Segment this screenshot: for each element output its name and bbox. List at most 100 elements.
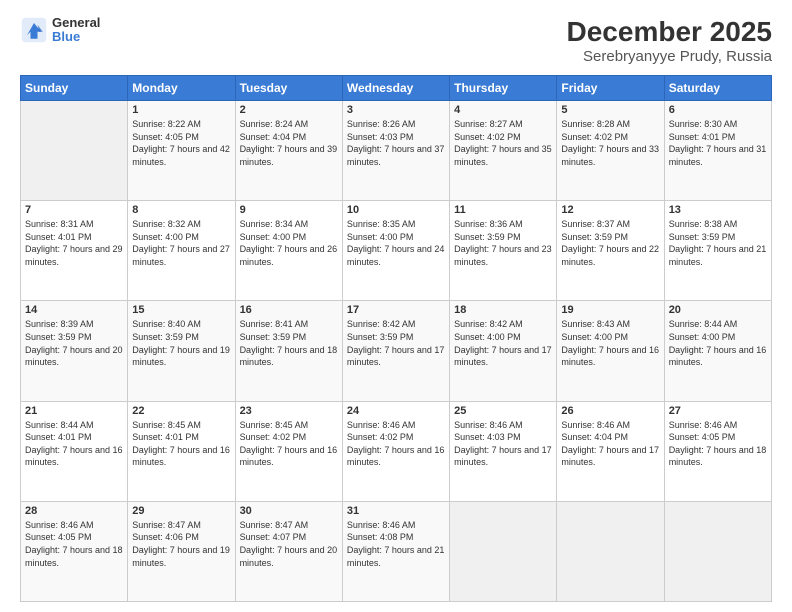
day-number: 13 (669, 204, 767, 216)
day-cell: 20 Sunrise: 8:44 AMSunset: 4:00 PMDaylig… (664, 301, 771, 401)
calendar-table: Sunday Monday Tuesday Wednesday Thursday… (20, 75, 772, 602)
day-number: 26 (561, 405, 659, 417)
day-cell: 17 Sunrise: 8:42 AMSunset: 3:59 PMDaylig… (342, 301, 449, 401)
day-info: Sunrise: 8:40 AMSunset: 3:59 PMDaylight:… (132, 318, 230, 368)
day-number: 23 (240, 405, 338, 417)
day-cell (450, 501, 557, 601)
day-number: 12 (561, 204, 659, 216)
day-cell (664, 501, 771, 601)
day-info: Sunrise: 8:45 AMSunset: 4:01 PMDaylight:… (132, 419, 230, 469)
day-number: 31 (347, 505, 445, 517)
day-info: Sunrise: 8:44 AMSunset: 4:00 PMDaylight:… (669, 318, 767, 368)
day-cell: 30 Sunrise: 8:47 AMSunset: 4:07 PMDaylig… (235, 501, 342, 601)
logo-icon (20, 16, 48, 44)
day-number: 24 (347, 405, 445, 417)
col-sunday: Sunday (21, 76, 128, 101)
day-info: Sunrise: 8:46 AMSunset: 4:04 PMDaylight:… (561, 419, 659, 469)
day-cell: 8 Sunrise: 8:32 AMSunset: 4:00 PMDayligh… (128, 201, 235, 301)
logo-blue: Blue (52, 30, 100, 44)
day-info: Sunrise: 8:44 AMSunset: 4:01 PMDaylight:… (25, 419, 123, 469)
day-info: Sunrise: 8:47 AMSunset: 4:07 PMDaylight:… (240, 519, 338, 569)
day-number: 15 (132, 304, 230, 316)
day-number: 1 (132, 104, 230, 116)
day-cell: 21 Sunrise: 8:44 AMSunset: 4:01 PMDaylig… (21, 401, 128, 501)
day-cell: 22 Sunrise: 8:45 AMSunset: 4:01 PMDaylig… (128, 401, 235, 501)
day-info: Sunrise: 8:22 AMSunset: 4:05 PMDaylight:… (132, 118, 230, 168)
header-row: Sunday Monday Tuesday Wednesday Thursday… (21, 76, 772, 101)
day-cell: 13 Sunrise: 8:38 AMSunset: 3:59 PMDaylig… (664, 201, 771, 301)
col-friday: Friday (557, 76, 664, 101)
day-number: 22 (132, 405, 230, 417)
day-info: Sunrise: 8:34 AMSunset: 4:00 PMDaylight:… (240, 218, 338, 268)
page: General Blue December 2025 Serebryanyye … (0, 0, 792, 612)
day-number: 4 (454, 104, 552, 116)
day-cell: 9 Sunrise: 8:34 AMSunset: 4:00 PMDayligh… (235, 201, 342, 301)
day-info: Sunrise: 8:47 AMSunset: 4:06 PMDaylight:… (132, 519, 230, 569)
calendar-subtitle: Serebryanyye Prudy, Russia (567, 48, 772, 65)
day-cell: 12 Sunrise: 8:37 AMSunset: 3:59 PMDaylig… (557, 201, 664, 301)
day-info: Sunrise: 8:36 AMSunset: 3:59 PMDaylight:… (454, 218, 552, 268)
day-cell: 10 Sunrise: 8:35 AMSunset: 4:00 PMDaylig… (342, 201, 449, 301)
day-number: 25 (454, 405, 552, 417)
day-info: Sunrise: 8:39 AMSunset: 3:59 PMDaylight:… (25, 318, 123, 368)
day-info: Sunrise: 8:46 AMSunset: 4:03 PMDaylight:… (454, 419, 552, 469)
col-monday: Monday (128, 76, 235, 101)
day-cell: 5 Sunrise: 8:28 AMSunset: 4:02 PMDayligh… (557, 101, 664, 201)
day-number: 29 (132, 505, 230, 517)
week-row-4: 21 Sunrise: 8:44 AMSunset: 4:01 PMDaylig… (21, 401, 772, 501)
day-number: 27 (669, 405, 767, 417)
day-info: Sunrise: 8:41 AMSunset: 3:59 PMDaylight:… (240, 318, 338, 368)
day-number: 10 (347, 204, 445, 216)
day-cell: 7 Sunrise: 8:31 AMSunset: 4:01 PMDayligh… (21, 201, 128, 301)
col-saturday: Saturday (664, 76, 771, 101)
day-number: 3 (347, 104, 445, 116)
day-cell: 24 Sunrise: 8:46 AMSunset: 4:02 PMDaylig… (342, 401, 449, 501)
day-number: 17 (347, 304, 445, 316)
day-info: Sunrise: 8:24 AMSunset: 4:04 PMDaylight:… (240, 118, 338, 168)
day-info: Sunrise: 8:45 AMSunset: 4:02 PMDaylight:… (240, 419, 338, 469)
day-cell: 11 Sunrise: 8:36 AMSunset: 3:59 PMDaylig… (450, 201, 557, 301)
day-cell: 1 Sunrise: 8:22 AMSunset: 4:05 PMDayligh… (128, 101, 235, 201)
day-number: 16 (240, 304, 338, 316)
day-cell (21, 101, 128, 201)
day-cell: 25 Sunrise: 8:46 AMSunset: 4:03 PMDaylig… (450, 401, 557, 501)
day-info: Sunrise: 8:38 AMSunset: 3:59 PMDaylight:… (669, 218, 767, 268)
day-number: 18 (454, 304, 552, 316)
day-cell: 31 Sunrise: 8:46 AMSunset: 4:08 PMDaylig… (342, 501, 449, 601)
week-row-2: 7 Sunrise: 8:31 AMSunset: 4:01 PMDayligh… (21, 201, 772, 301)
day-info: Sunrise: 8:46 AMSunset: 4:02 PMDaylight:… (347, 419, 445, 469)
day-cell: 3 Sunrise: 8:26 AMSunset: 4:03 PMDayligh… (342, 101, 449, 201)
day-number: 2 (240, 104, 338, 116)
day-number: 28 (25, 505, 123, 517)
day-number: 11 (454, 204, 552, 216)
header: General Blue December 2025 Serebryanyye … (20, 16, 772, 65)
day-info: Sunrise: 8:31 AMSunset: 4:01 PMDaylight:… (25, 218, 123, 268)
day-number: 9 (240, 204, 338, 216)
day-cell: 16 Sunrise: 8:41 AMSunset: 3:59 PMDaylig… (235, 301, 342, 401)
day-cell: 28 Sunrise: 8:46 AMSunset: 4:05 PMDaylig… (21, 501, 128, 601)
day-number: 8 (132, 204, 230, 216)
col-wednesday: Wednesday (342, 76, 449, 101)
day-number: 21 (25, 405, 123, 417)
day-number: 19 (561, 304, 659, 316)
day-info: Sunrise: 8:42 AMSunset: 3:59 PMDaylight:… (347, 318, 445, 368)
day-cell: 14 Sunrise: 8:39 AMSunset: 3:59 PMDaylig… (21, 301, 128, 401)
col-tuesday: Tuesday (235, 76, 342, 101)
col-thursday: Thursday (450, 76, 557, 101)
day-info: Sunrise: 8:46 AMSunset: 4:08 PMDaylight:… (347, 519, 445, 569)
day-info: Sunrise: 8:26 AMSunset: 4:03 PMDaylight:… (347, 118, 445, 168)
day-number: 7 (25, 204, 123, 216)
day-info: Sunrise: 8:46 AMSunset: 4:05 PMDaylight:… (25, 519, 123, 569)
day-info: Sunrise: 8:42 AMSunset: 4:00 PMDaylight:… (454, 318, 552, 368)
day-cell: 26 Sunrise: 8:46 AMSunset: 4:04 PMDaylig… (557, 401, 664, 501)
day-number: 14 (25, 304, 123, 316)
week-row-3: 14 Sunrise: 8:39 AMSunset: 3:59 PMDaylig… (21, 301, 772, 401)
title-block: December 2025 Serebryanyye Prudy, Russia (567, 16, 772, 65)
day-cell: 19 Sunrise: 8:43 AMSunset: 4:00 PMDaylig… (557, 301, 664, 401)
day-cell: 29 Sunrise: 8:47 AMSunset: 4:06 PMDaylig… (128, 501, 235, 601)
week-row-1: 1 Sunrise: 8:22 AMSunset: 4:05 PMDayligh… (21, 101, 772, 201)
logo: General Blue (20, 16, 100, 45)
day-info: Sunrise: 8:35 AMSunset: 4:00 PMDaylight:… (347, 218, 445, 268)
day-number: 6 (669, 104, 767, 116)
day-info: Sunrise: 8:32 AMSunset: 4:00 PMDaylight:… (132, 218, 230, 268)
